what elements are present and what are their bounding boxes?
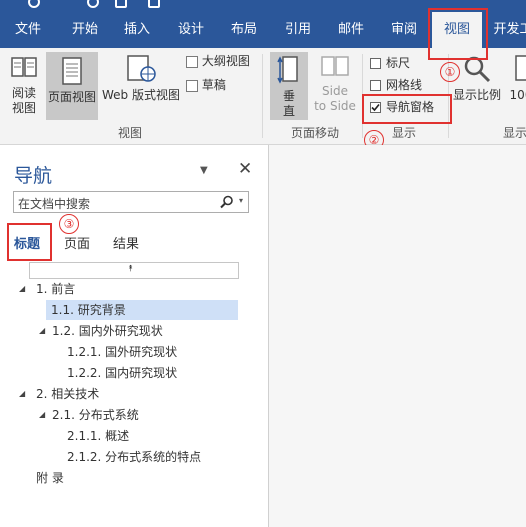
expand-triangle-icon[interactable]: ◢ (39, 321, 45, 341)
side-to-side-button[interactable]: Side to Side (312, 54, 358, 114)
ruler-checkbox[interactable] (370, 58, 381, 69)
annotation-3: ③ (59, 214, 79, 234)
chevron-down-icon[interactable]: ▼ (200, 165, 208, 176)
expand-triangle-icon[interactable]: ◢ (39, 405, 45, 425)
outline-icon (186, 55, 198, 68)
tab-design[interactable]: 设计 (169, 12, 213, 48)
tab-references[interactable]: 引用 (276, 12, 320, 48)
tab-results[interactable]: 结果 (113, 233, 139, 252)
outline-label: 大纲视图 (201, 54, 250, 68)
side-to-side-icon (321, 56, 349, 76)
vertical-scroll-icon (277, 56, 298, 84)
tab-file[interactable]: 文件 (6, 12, 50, 48)
expand-triangle-icon[interactable]: ◢ (19, 384, 25, 404)
heading-item[interactable]: 2.1.1. 概述 (67, 426, 129, 446)
print-layout-icon (62, 57, 82, 85)
undo-icon[interactable] (87, 0, 99, 8)
word-logo-icon (28, 0, 40, 8)
draft-label: 草稿 (201, 78, 226, 92)
nav-pane-highlight (362, 94, 452, 124)
heading-item[interactable]: 1.2.1. 国外研究现状 (67, 342, 177, 362)
document-area[interactable] (269, 145, 526, 527)
search-input[interactable]: 在文档中搜索 (18, 195, 90, 212)
annotation-1: ① (440, 62, 460, 82)
read-mode-icon (11, 57, 37, 77)
web-layout-icon (127, 55, 156, 82)
navigation-pane: 导航 ▼ ✕ 在文档中搜索 ▾ ③ 标题 页面 结果 ⯭ ◢ 1. 前言 1.1… (0, 145, 269, 527)
read-mode-button[interactable]: 阅读 视图 (4, 54, 44, 116)
tab-mailings[interactable]: 邮件 (329, 12, 373, 48)
format-painter-icon[interactable] (115, 0, 127, 8)
page-100-icon (515, 55, 526, 81)
expand-triangle-icon[interactable]: ◢ (19, 279, 25, 299)
search-options-icon[interactable]: ▾ (239, 196, 243, 205)
vertical-label: 垂 直 (282, 89, 295, 118)
heading-item[interactable]: 2.1. 分布式系统 (52, 405, 139, 425)
close-icon[interactable]: ✕ (238, 159, 252, 179)
heading-item[interactable]: 2.1.2. 分布式系统的特点 (67, 447, 201, 467)
tab-headings[interactable]: 标题 (14, 233, 40, 252)
web-layout-label: Web 版式视图 (102, 88, 180, 102)
tab-insert[interactable]: 插入 (115, 12, 159, 48)
tab-pages[interactable]: 页面 (64, 233, 90, 252)
collapse-all-bar[interactable]: ⯭ (29, 262, 239, 279)
zoom-100-button[interactable]: 100 (506, 54, 526, 103)
outline-button[interactable]: 大纲视图 (186, 54, 256, 69)
tab-layout[interactable]: 布局 (222, 12, 266, 48)
tab-home[interactable]: 开始 (63, 12, 107, 48)
heading-item[interactable]: 1.2.2. 国内研究现状 (67, 363, 177, 383)
tab-developer[interactable]: 开发工 (488, 12, 526, 48)
collapse-up-icon: ⯭ (128, 264, 134, 274)
nav-search-box[interactable]: 在文档中搜索 ▾ (13, 191, 249, 213)
tab-review[interactable]: 审阅 (382, 12, 426, 48)
heading-item[interactable]: 1. 前言 (36, 279, 75, 299)
side-to-side-label: Side to Side (314, 84, 356, 113)
views-group-label: 视图 (117, 126, 142, 140)
search-icon[interactable] (220, 195, 234, 209)
nav-pane-title: 导航 (14, 165, 53, 187)
heading-item[interactable]: 1.2. 国内外研究现状 (52, 321, 163, 341)
heading-item[interactable]: 2. 相关技术 (36, 384, 99, 404)
ruler-label: 标尺 (386, 56, 411, 70)
ribbon-separator (262, 54, 263, 138)
read-mode-label: 阅读 视图 (11, 86, 36, 115)
heading-item[interactable]: 附 录 (36, 468, 64, 488)
view-tab-highlight (428, 8, 488, 60)
print-layout-button[interactable]: 页面视图 (46, 52, 98, 120)
zoom-group-label: 显示 (502, 126, 526, 140)
vertical-button[interactable]: 垂 直 (270, 52, 308, 120)
zoom-100-label: 100 (509, 88, 526, 102)
draft-button[interactable]: 草稿 (186, 78, 246, 93)
draft-icon (186, 79, 198, 92)
gridlines-label: 网格线 (386, 78, 423, 92)
new-doc-icon[interactable] (148, 0, 160, 8)
heading-item-selected[interactable]: 1.1. 研究背景 (46, 300, 238, 320)
zoom-label: 显示比例 (452, 88, 501, 102)
web-layout-button[interactable]: Web 版式视图 (100, 54, 182, 103)
show-group-label: 显示 (391, 126, 416, 140)
print-layout-label: 页面视图 (47, 90, 96, 104)
zoom-button[interactable]: 显示比例 (452, 54, 502, 103)
gridlines-checkbox[interactable] (370, 80, 381, 91)
page-movement-group-label: 页面移动 (290, 126, 339, 140)
